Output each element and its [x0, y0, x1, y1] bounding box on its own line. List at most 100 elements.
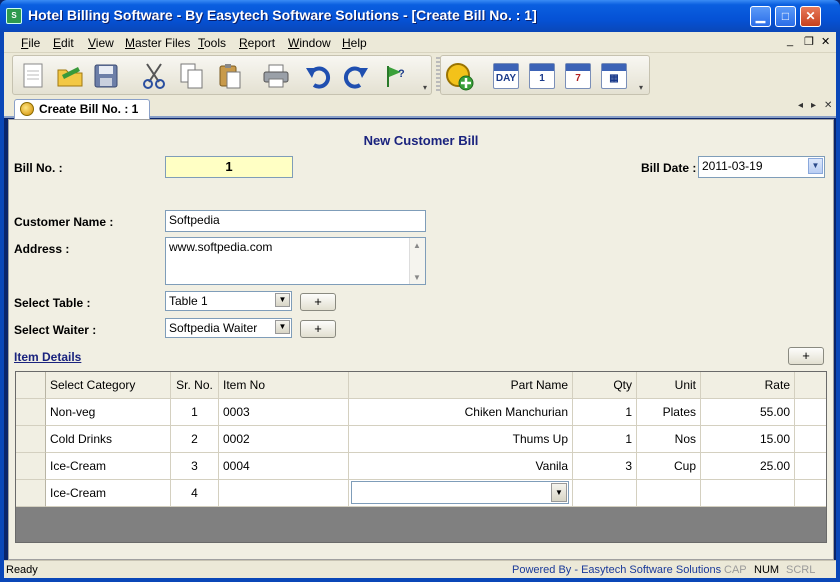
menu-view[interactable]: View [88, 36, 114, 50]
date-dropdown-icon[interactable]: ▼ [808, 158, 823, 174]
undo-icon[interactable] [301, 60, 335, 92]
cell-rate[interactable]: 15.00 [701, 426, 795, 453]
cell-sr-no[interactable]: 1 [171, 399, 219, 426]
cell-qty[interactable]: 1 [573, 399, 637, 426]
row-selector[interactable] [16, 453, 46, 480]
cell-category[interactable]: Ice-Cream [46, 453, 171, 480]
table-row[interactable]: Cold Drinks 2 0002 Thums Up 1 Nos 15.00 [16, 426, 826, 453]
cell-part-name[interactable]: Vanila [349, 453, 573, 480]
cell-category[interactable]: Ice-Cream [46, 480, 171, 507]
cell-category[interactable]: Non-veg [46, 399, 171, 426]
address-textarea[interactable]: www.softpedia.com ▲ ▼ [165, 237, 426, 285]
col-header-category[interactable]: Select Category [46, 372, 171, 399]
calendar-1-icon[interactable]: 1 [525, 60, 559, 92]
mdi-restore-button[interactable]: ❐ [804, 35, 814, 48]
cell-qty[interactable]: 3 [573, 453, 637, 480]
mdi-minimize-button[interactable]: _ [787, 35, 793, 47]
cell-sr-no[interactable]: 3 [171, 453, 219, 480]
bill-no-field[interactable]: 1 [165, 156, 293, 178]
table-row[interactable]: Ice-Cream 3 0004 Vanila 3 Cup 25.00 [16, 453, 826, 480]
minimize-button[interactable]: ▁ [750, 6, 771, 27]
menu-tools[interactable]: Tools [198, 36, 226, 50]
bill-no-label: Bill No. : [14, 161, 63, 175]
cell-part-name[interactable]: Chiken Manchurian [349, 399, 573, 426]
col-header-part-name[interactable]: Part Name [349, 372, 573, 399]
calendar-month-icon[interactable]: ▦ [597, 60, 631, 92]
part-name-combo[interactable]: ▼ [351, 481, 569, 504]
part-name-dropdown-icon[interactable]: ▼ [551, 483, 567, 502]
menu-master-files[interactable]: Master Files [125, 36, 190, 50]
table-dropdown-icon[interactable]: ▼ [275, 293, 290, 307]
mdi-close-button[interactable]: ✕ [821, 35, 830, 48]
col-header-sr-no[interactable]: Sr. No. [171, 372, 219, 399]
cell-unit[interactable]: Nos [637, 426, 701, 453]
scroll-down-icon[interactable]: ▼ [413, 273, 421, 282]
cell-item-no[interactable]: 0004 [219, 453, 349, 480]
cell-item-no[interactable]: 0003 [219, 399, 349, 426]
cell-category[interactable]: Cold Drinks [46, 426, 171, 453]
col-header-item-no[interactable]: Item No [219, 372, 349, 399]
cell-sr-no[interactable]: 4 [171, 480, 219, 507]
item-details-link[interactable]: Item Details [14, 350, 81, 364]
waiter-dropdown-icon[interactable]: ▼ [275, 320, 290, 334]
menu-help[interactable]: Help [342, 36, 367, 50]
cell-part-name[interactable]: Thums Up [349, 426, 573, 453]
status-ready: Ready [6, 564, 38, 576]
customer-name-input[interactable]: Softpedia [165, 210, 426, 232]
col-header-unit[interactable]: Unit [637, 372, 701, 399]
add-item-button[interactable]: + [788, 347, 824, 365]
toolbar-overflow-icon[interactable]: ▾ [423, 83, 431, 93]
tab-scroll-right-icon[interactable]: ▸ [811, 100, 816, 111]
add-table-button[interactable]: + [300, 293, 336, 311]
cell-qty[interactable] [573, 480, 637, 507]
address-scrollbar[interactable]: ▲ ▼ [409, 238, 425, 284]
calendar-7-icon[interactable]: 7 [561, 60, 595, 92]
add-coin-icon[interactable] [443, 60, 477, 92]
cell-filler [795, 453, 826, 480]
new-icon[interactable] [17, 60, 51, 92]
calendar-day-icon[interactable]: DAY [489, 60, 523, 92]
close-button[interactable]: ✕ [800, 6, 821, 27]
row-selector[interactable] [16, 426, 46, 453]
maximize-button[interactable]: □ [775, 6, 796, 27]
help-flag-icon[interactable]: ? [379, 60, 413, 92]
open-folder-icon[interactable] [53, 60, 87, 92]
cell-rate[interactable] [701, 480, 795, 507]
cell-unit[interactable]: Cup [637, 453, 701, 480]
bill-date-picker[interactable]: 2011-03-19 ▼ [698, 156, 825, 178]
tab-close-icon[interactable]: ✕ [824, 100, 832, 111]
menu-report[interactable]: Report [239, 36, 275, 50]
add-waiter-button[interactable]: + [300, 320, 336, 338]
menu-file[interactable]: File [21, 36, 40, 50]
copy-icon[interactable] [175, 60, 209, 92]
menu-edit[interactable]: Edit [53, 36, 74, 50]
table-select[interactable]: Table 1 ▼ [165, 291, 292, 311]
cell-unit[interactable]: Plates [637, 399, 701, 426]
save-icon[interactable] [89, 60, 123, 92]
cut-icon[interactable] [137, 60, 171, 92]
waiter-select[interactable]: Softpedia Waiter ▼ [165, 318, 292, 338]
scroll-up-icon[interactable]: ▲ [413, 241, 421, 250]
paste-icon[interactable] [213, 60, 247, 92]
redo-icon[interactable] [339, 60, 373, 92]
col-header-rate[interactable]: Rate [701, 372, 795, 399]
table-row[interactable]: Non-veg 1 0003 Chiken Manchurian 1 Plate… [16, 399, 826, 426]
row-selector[interactable] [16, 480, 46, 507]
print-icon[interactable] [259, 60, 293, 92]
toolbar-overflow-icon-2[interactable]: ▾ [639, 83, 647, 93]
col-header-qty[interactable]: Qty [573, 372, 637, 399]
cell-rate[interactable]: 55.00 [701, 399, 795, 426]
tab-scroll-left-icon[interactable]: ◂ [798, 100, 803, 111]
cell-item-no[interactable]: 0002 [219, 426, 349, 453]
window-frame-bottom [0, 578, 840, 582]
row-selector[interactable] [16, 399, 46, 426]
tab-create-bill[interactable]: Create Bill No. : 1 [14, 99, 150, 119]
cell-rate[interactable]: 25.00 [701, 453, 795, 480]
menu-window[interactable]: Window [288, 36, 331, 50]
window-title: Hotel Billing Software - By Easytech Sof… [28, 7, 537, 23]
cell-sr-no[interactable]: 2 [171, 426, 219, 453]
cell-qty[interactable]: 1 [573, 426, 637, 453]
app-icon: S [6, 8, 22, 24]
cell-item-no[interactable] [219, 480, 349, 507]
cell-unit[interactable] [637, 480, 701, 507]
